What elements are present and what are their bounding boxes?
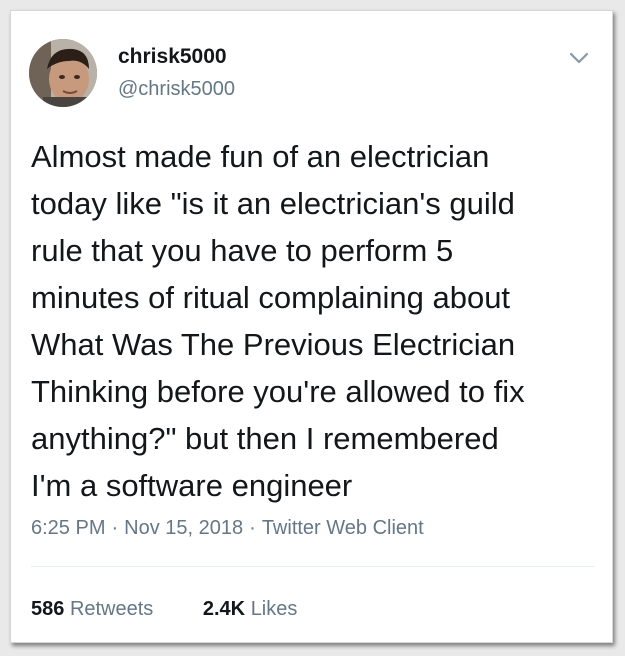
likes-count: 2.4K: [202, 598, 246, 620]
tweet-card: chrisk5000 @chrisk5000 Almost made fun o…: [10, 10, 613, 643]
meta-separator: ·: [111, 517, 119, 539]
retweets-label: Retweets: [69, 598, 154, 620]
meta-separator: ·: [249, 517, 256, 539]
divider: [31, 566, 594, 567]
tweet-text: Almost made fun of an electrician today …: [31, 139, 525, 503]
likes-stat[interactable]: 2.4K Likes: [203, 597, 298, 621]
tweet-time[interactable]: 6:25 PM: [31, 517, 105, 539]
tweet-stats: 586 Retweets 2.4K Likes: [31, 597, 297, 621]
author-handle[interactable]: @chrisk5000: [118, 77, 235, 101]
tweet-meta: 6:25 PM · Nov 15, 2018 · Twitter Web Client: [31, 516, 424, 540]
author-display-name[interactable]: chrisk5000: [118, 45, 227, 69]
retweets-stat[interactable]: 586 Retweets: [31, 597, 153, 621]
tweet-client[interactable]: Twitter Web Client: [262, 517, 424, 539]
avatar[interactable]: [29, 39, 97, 107]
tweet-date[interactable]: Nov 15, 2018: [124, 517, 243, 539]
retweets-count: 586: [31, 598, 65, 620]
chevron-down-icon[interactable]: [566, 45, 592, 71]
likes-label: Likes: [250, 598, 298, 620]
